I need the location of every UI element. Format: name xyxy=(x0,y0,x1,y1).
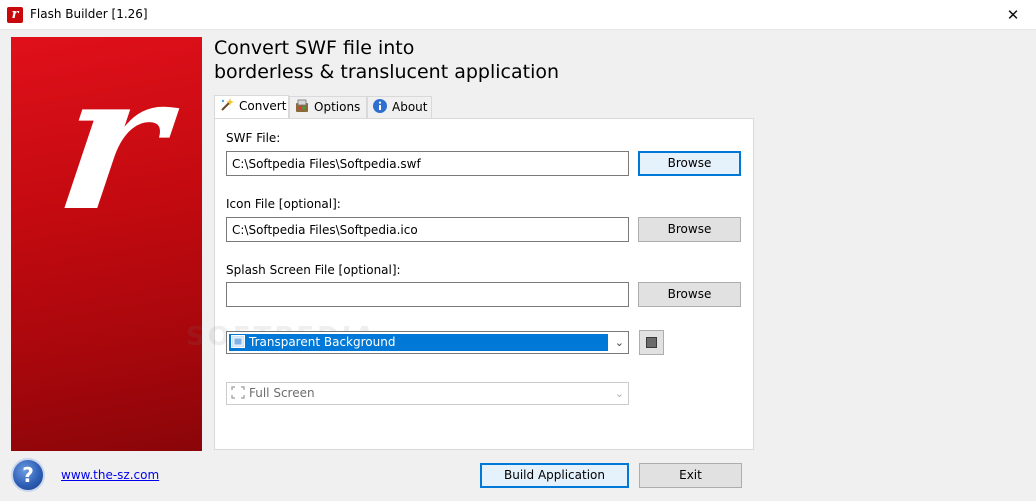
icon-file-label: Icon File [optional]: xyxy=(226,197,341,211)
headline-line-2: borderless & translucent application xyxy=(214,61,560,83)
magic-wand-icon xyxy=(219,97,235,113)
help-icon[interactable]: ? xyxy=(11,458,45,492)
background-mode-select[interactable]: Transparent Background ⌄ xyxy=(226,331,629,354)
website-link[interactable]: www.the-sz.com xyxy=(61,468,159,482)
tab-options[interactable]: Options xyxy=(289,96,367,118)
swf-file-label: SWF File: xyxy=(226,131,281,145)
color-swatch xyxy=(646,337,657,348)
background-mode-value: Transparent Background xyxy=(249,335,396,349)
exit-button[interactable]: Exit xyxy=(639,463,742,488)
title-bar: r Flash Builder [1.26] ✕ xyxy=(0,0,1036,30)
build-application-button[interactable]: Build Application xyxy=(480,463,629,488)
browse-splash-button[interactable]: Browse xyxy=(638,282,741,307)
background-mode-selected: Transparent Background xyxy=(229,334,608,351)
transparency-icon xyxy=(231,335,245,348)
window-mode-selected: Full Screen xyxy=(231,385,315,402)
fullscreen-icon xyxy=(231,386,245,399)
app-icon: r xyxy=(7,7,23,23)
window-mode-select[interactable]: Full Screen ⌄ xyxy=(226,382,629,405)
options-icon xyxy=(294,98,310,114)
splash-file-label: Splash Screen File [optional]: xyxy=(226,263,401,277)
tab-label: Convert xyxy=(239,99,287,113)
tab-convert[interactable]: Convert xyxy=(214,95,289,118)
window-title: Flash Builder [1.26] xyxy=(30,7,148,21)
info-icon xyxy=(372,98,388,114)
window-mode-value: Full Screen xyxy=(249,386,315,400)
tab-label: About xyxy=(392,100,428,114)
tab-about[interactable]: About xyxy=(367,96,432,118)
color-picker-button[interactable] xyxy=(639,330,664,355)
browse-swf-button[interactable]: Browse xyxy=(638,151,741,176)
headline: Convert SWF file into borderless & trans… xyxy=(214,36,559,84)
close-button[interactable]: ✕ xyxy=(990,0,1036,30)
swf-file-input[interactable] xyxy=(226,151,629,176)
chevron-down-icon: ⌄ xyxy=(614,387,624,400)
browse-icon-button[interactable]: Browse xyxy=(638,217,741,242)
logo-letter: r xyxy=(47,37,179,253)
splash-file-input[interactable] xyxy=(226,282,629,307)
tab-label: Options xyxy=(314,100,361,114)
logo-panel: r xyxy=(11,37,202,451)
icon-file-input[interactable] xyxy=(226,217,629,242)
chevron-down-icon: ⌄ xyxy=(614,336,624,349)
headline-line-1: Convert SWF file into xyxy=(214,37,415,59)
